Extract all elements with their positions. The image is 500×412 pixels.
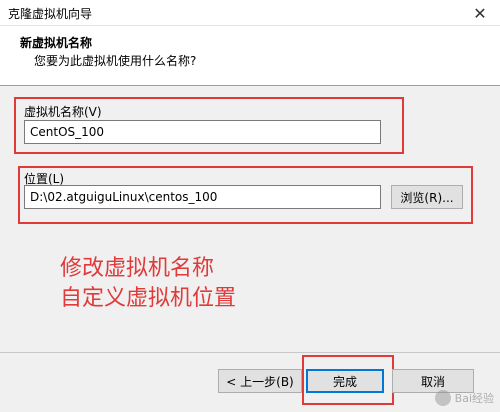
page-title: 新虚拟机名称 [20, 36, 93, 50]
browse-button[interactable]: 浏览(R)... [391, 185, 463, 209]
location-input[interactable]: D:\02.atguiguLinux\centos_100 [24, 185, 381, 209]
page-subtitle: 您要为此虚拟机使用什么名称? [34, 54, 197, 68]
annotation-line-2: 自定义虚拟机位置 [60, 286, 237, 311]
close-icon[interactable]: ✕ [460, 0, 500, 26]
back-button[interactable]: < 上一步(B) [218, 369, 302, 393]
annotation-line-1: 修改虚拟机名称 [60, 256, 215, 281]
window-title: 克隆虚拟机向导 [8, 7, 93, 21]
wizard-header: 新虚拟机名称 您要为此虚拟机使用什么名称? [0, 26, 500, 86]
watermark-text: Bai经验 [454, 392, 494, 405]
watermark: Bai经验 [434, 390, 494, 406]
finish-highlight [302, 355, 394, 405]
title-bar: 克隆虚拟机向导 ✕ [0, 0, 500, 26]
annotation-text: 修改虚拟机名称 自定义虚拟机位置 [60, 254, 236, 314]
baidu-logo-icon [434, 390, 451, 406]
vm-name-input[interactable]: CentOS_100 [24, 120, 381, 144]
vm-name-label: 虚拟机名称(V) [24, 105, 102, 119]
footer-separator [0, 352, 500, 353]
